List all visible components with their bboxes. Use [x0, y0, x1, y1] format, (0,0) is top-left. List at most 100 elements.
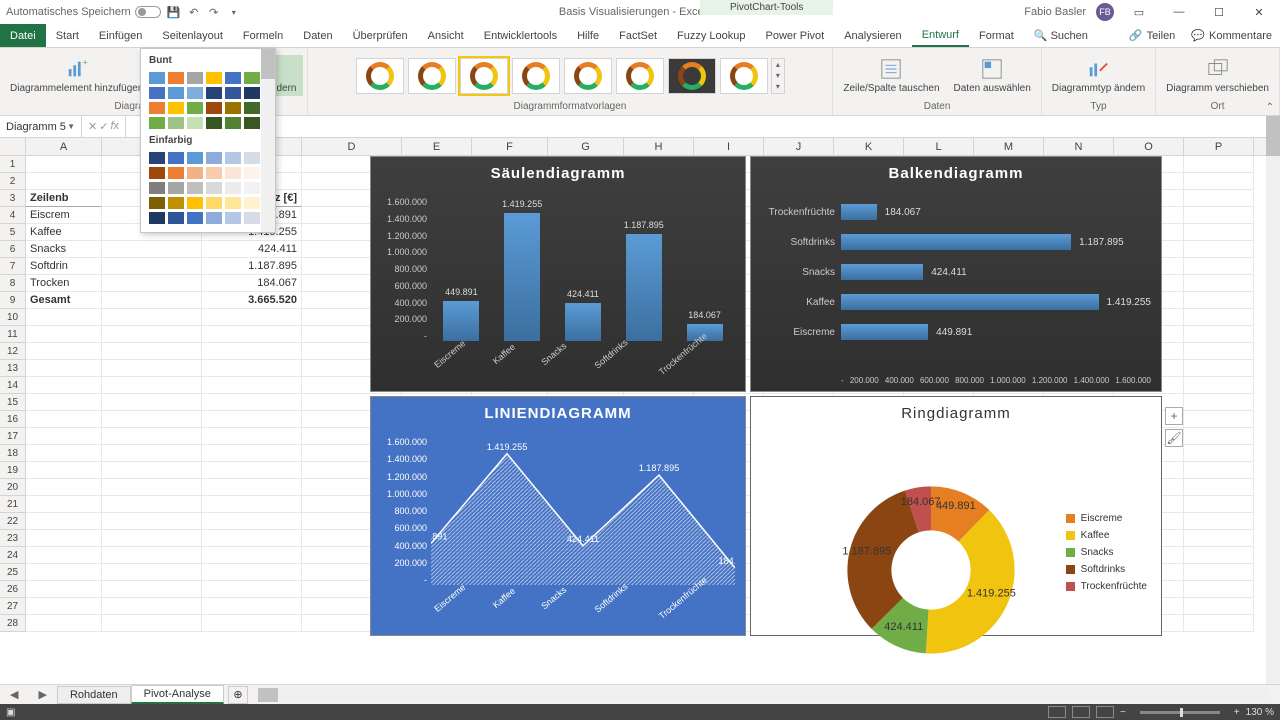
- ribbon-options-icon[interactable]: ▭: [1124, 2, 1154, 22]
- color-swatch[interactable]: [224, 101, 242, 115]
- color-swatch[interactable]: [243, 86, 261, 100]
- cell[interactable]: [202, 479, 302, 496]
- record-macro-icon[interactable]: ▣: [6, 707, 15, 718]
- color-swatch[interactable]: [186, 211, 204, 225]
- color-swatch[interactable]: [186, 86, 204, 100]
- color-swatch[interactable]: [205, 101, 223, 115]
- cell[interactable]: [1184, 513, 1254, 530]
- column-header[interactable]: O: [1114, 138, 1184, 155]
- chevron-down-icon[interactable]: ▼: [67, 122, 75, 131]
- bar-chart[interactable]: Balkendiagramm Trockenfrüchte184.067Soft…: [750, 156, 1162, 392]
- row-header[interactable]: 13: [0, 360, 26, 377]
- zoom-out-icon[interactable]: −: [1120, 707, 1126, 718]
- collapse-ribbon-icon[interactable]: ⌃: [1266, 102, 1274, 113]
- color-swatch[interactable]: [167, 181, 185, 195]
- color-swatch[interactable]: [224, 181, 242, 195]
- cell[interactable]: [26, 615, 102, 632]
- cell[interactable]: [102, 496, 202, 513]
- cell[interactable]: [26, 581, 102, 598]
- color-swatch[interactable]: [167, 116, 185, 130]
- cancel-formula-icon[interactable]: ✕: [88, 120, 97, 133]
- tab-developer[interactable]: Entwicklertools: [474, 24, 567, 47]
- cell[interactable]: [26, 530, 102, 547]
- cell[interactable]: [202, 598, 302, 615]
- cell[interactable]: [1184, 275, 1254, 292]
- cell[interactable]: [202, 564, 302, 581]
- cell[interactable]: [26, 462, 102, 479]
- move-chart-button[interactable]: Diagramm verschieben: [1160, 55, 1275, 96]
- chart-styles-button[interactable]: 🖌: [1165, 429, 1183, 447]
- column-header[interactable]: N: [1044, 138, 1114, 155]
- fx-icon[interactable]: fx: [110, 120, 119, 133]
- cell[interactable]: [102, 513, 202, 530]
- cell[interactable]: [202, 377, 302, 394]
- column-header[interactable]: E: [402, 138, 472, 155]
- vertical-scrollbar[interactable]: [1266, 116, 1280, 684]
- column-header[interactable]: K: [834, 138, 904, 155]
- color-swatch[interactable]: [243, 196, 261, 210]
- cell[interactable]: [102, 292, 202, 309]
- cell[interactable]: [102, 428, 202, 445]
- switch-row-column-button[interactable]: Zeile/Spalte tauschen: [837, 55, 945, 96]
- cell[interactable]: [202, 496, 302, 513]
- cell[interactable]: [102, 275, 202, 292]
- color-swatch[interactable]: [148, 116, 166, 130]
- color-swatch[interactable]: [186, 101, 204, 115]
- color-swatch[interactable]: [167, 211, 185, 225]
- cell[interactable]: [102, 326, 202, 343]
- enter-formula-icon[interactable]: ✓: [99, 120, 108, 133]
- tab-home[interactable]: Start: [46, 24, 89, 47]
- add-chart-element-button[interactable]: + Diagrammelement hinzufügen: [4, 55, 149, 96]
- color-swatch[interactable]: [224, 86, 242, 100]
- cell[interactable]: [1184, 224, 1254, 241]
- chart-style-1[interactable]: [356, 58, 404, 94]
- row-header[interactable]: 9: [0, 292, 26, 309]
- row-header[interactable]: 24: [0, 547, 26, 564]
- tab-review[interactable]: Überprüfen: [343, 24, 418, 47]
- column-chart[interactable]: Säulendiagramm 1.600.0001.400.0001.200.0…: [370, 156, 746, 392]
- row-header[interactable]: 27: [0, 598, 26, 615]
- color-swatch[interactable]: [224, 71, 242, 85]
- cell[interactable]: [1184, 581, 1254, 598]
- color-swatch[interactable]: [205, 166, 223, 180]
- tab-data[interactable]: Daten: [293, 24, 342, 47]
- color-swatch[interactable]: [224, 116, 242, 130]
- cell[interactable]: [1184, 377, 1254, 394]
- sheet-nav-next[interactable]: ▶: [28, 688, 56, 701]
- cell[interactable]: [1184, 547, 1254, 564]
- color-swatch[interactable]: [205, 71, 223, 85]
- tab-analyze[interactable]: Analysieren: [834, 24, 911, 47]
- cell[interactable]: [102, 581, 202, 598]
- cell[interactable]: [102, 411, 202, 428]
- tab-file[interactable]: Datei: [0, 24, 46, 47]
- column-header[interactable]: I: [694, 138, 764, 155]
- row-header[interactable]: 19: [0, 462, 26, 479]
- tab-search[interactable]: 🔍 Suchen: [1024, 24, 1098, 47]
- color-swatch[interactable]: [148, 151, 166, 165]
- tab-help[interactable]: Hilfe: [567, 24, 609, 47]
- color-swatch[interactable]: [224, 196, 242, 210]
- cell[interactable]: [102, 360, 202, 377]
- color-swatch[interactable]: [148, 211, 166, 225]
- row-header[interactable]: 28: [0, 615, 26, 632]
- row-header[interactable]: 20: [0, 479, 26, 496]
- column-header[interactable]: P: [1184, 138, 1254, 155]
- color-swatch[interactable]: [167, 151, 185, 165]
- cell[interactable]: [26, 428, 102, 445]
- cell[interactable]: [26, 360, 102, 377]
- color-swatch[interactable]: [167, 196, 185, 210]
- cell[interactable]: [1184, 309, 1254, 326]
- row-header[interactable]: 6: [0, 241, 26, 258]
- cell[interactable]: [1184, 292, 1254, 309]
- cell[interactable]: [202, 326, 302, 343]
- cell[interactable]: [102, 241, 202, 258]
- color-swatch[interactable]: [243, 166, 261, 180]
- select-all-corner[interactable]: [0, 138, 26, 155]
- cell[interactable]: [202, 411, 302, 428]
- color-swatch[interactable]: [167, 86, 185, 100]
- cell[interactable]: [1184, 326, 1254, 343]
- row-header[interactable]: 22: [0, 513, 26, 530]
- tab-formulas[interactable]: Formeln: [233, 24, 293, 47]
- save-icon[interactable]: 💾: [167, 5, 181, 19]
- cell[interactable]: [1184, 445, 1254, 462]
